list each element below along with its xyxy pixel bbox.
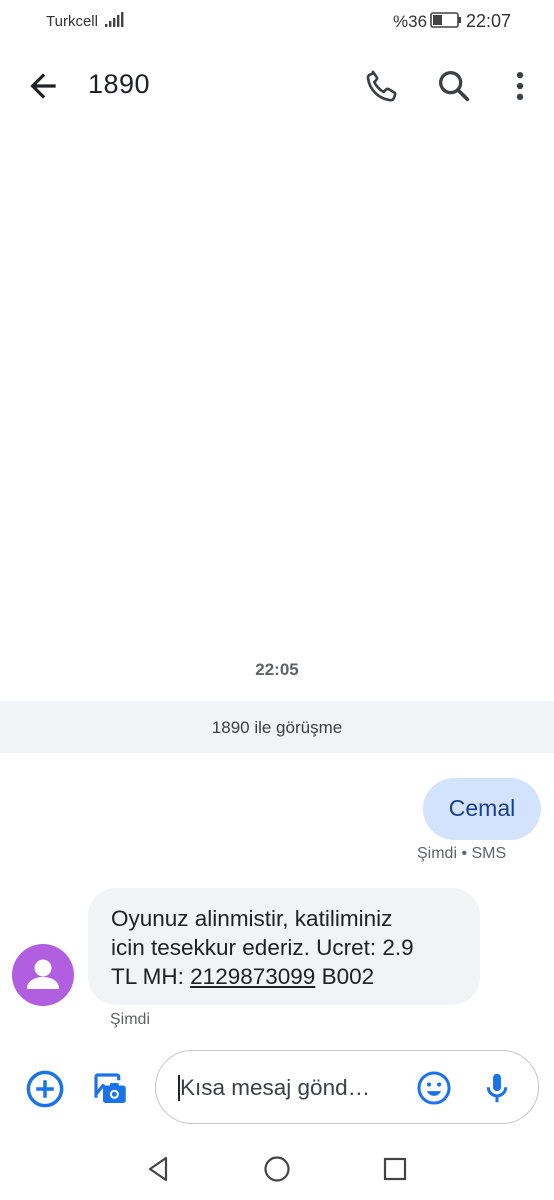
incoming-line-2: icin tesekkur ederiz. Ucret: 2.9 bbox=[111, 935, 414, 960]
nav-recents-icon bbox=[383, 1157, 407, 1181]
nav-home-icon bbox=[264, 1156, 290, 1182]
incoming-line-1: Oyunuz alinmistir, katiliminiz bbox=[111, 906, 393, 931]
add-attachment-button[interactable] bbox=[24, 1068, 66, 1110]
app-bar: 1890 bbox=[0, 52, 554, 118]
battery-percent: %36 bbox=[393, 12, 428, 31]
mic-icon bbox=[486, 1073, 508, 1103]
person-icon bbox=[27, 959, 59, 989]
nav-back-button[interactable] bbox=[144, 1154, 174, 1184]
status-bar: Turkcell %36 22:07 bbox=[0, 0, 554, 42]
incoming-line-3-prefix: TL MH: bbox=[111, 964, 191, 989]
gallery-button[interactable] bbox=[89, 1068, 131, 1110]
conversation-header-band: 1890 ile görüşme bbox=[0, 701, 554, 753]
gallery-camera-icon bbox=[94, 1073, 126, 1103]
battery-icon bbox=[430, 12, 461, 28]
message-compose-field[interactable]: Kısa mesaj gönd… bbox=[155, 1050, 539, 1124]
add-circle-icon bbox=[26, 1070, 64, 1108]
back-button[interactable] bbox=[24, 67, 62, 105]
phone-number-link[interactable]: 2129873099 bbox=[190, 964, 315, 989]
nav-back-icon bbox=[148, 1156, 168, 1182]
back-arrow-icon bbox=[30, 73, 56, 99]
status-time: 22:07 bbox=[466, 11, 512, 31]
carrier-name: Turkcell bbox=[46, 13, 98, 30]
incoming-message-meta: Şimdi bbox=[110, 1011, 151, 1028]
outgoing-message-bubble[interactable]: Cemal bbox=[423, 778, 541, 840]
phone-icon bbox=[366, 70, 397, 102]
time-divider: 22:05 bbox=[255, 660, 299, 679]
more-options-button[interactable] bbox=[500, 66, 540, 106]
incoming-line-3: TL MH: 2129873099 B002 bbox=[111, 962, 471, 991]
more-vert-icon bbox=[516, 72, 524, 100]
nav-recents-button[interactable] bbox=[380, 1154, 410, 1184]
emoji-button[interactable] bbox=[415, 1069, 453, 1107]
signal-icon bbox=[105, 12, 124, 27]
avatar[interactable] bbox=[12, 944, 74, 1006]
nav-home-button[interactable] bbox=[262, 1154, 292, 1184]
messages-screen: Turkcell %36 22:07 1890 22:05 1890 ile g… bbox=[0, 0, 554, 1200]
search-icon bbox=[439, 71, 470, 102]
incoming-message-text: Oyunuz alinmistir, katiliminiz icin tese… bbox=[111, 904, 471, 991]
conversation-header-label: 1890 ile görüşme bbox=[211, 718, 343, 737]
compose-placeholder: Kısa mesaj gönd… bbox=[180, 1075, 371, 1100]
incoming-message-bubble[interactable]: Oyunuz alinmistir, katiliminiz icin tese… bbox=[88, 888, 480, 1005]
outgoing-message-text: Cemal bbox=[448, 795, 516, 821]
emoji-icon bbox=[417, 1071, 451, 1105]
conversation-title: 1890 bbox=[88, 69, 151, 99]
search-button[interactable] bbox=[434, 66, 474, 106]
incoming-line-3-suffix: B002 bbox=[315, 964, 375, 989]
call-button[interactable] bbox=[362, 66, 402, 106]
outgoing-message-meta: Şimdi • SMS bbox=[417, 845, 507, 862]
voice-input-button[interactable] bbox=[478, 1069, 516, 1107]
